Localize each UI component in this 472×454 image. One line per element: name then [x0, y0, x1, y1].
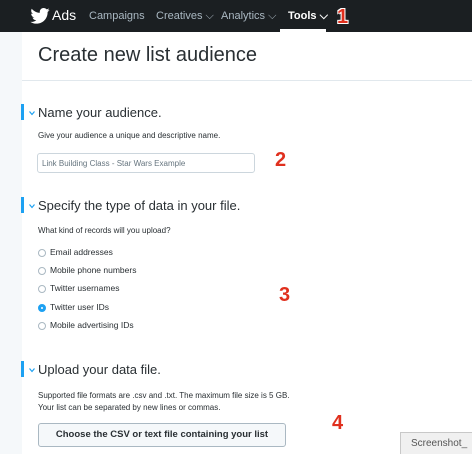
section-title-type: Specify the type of data in your file.: [38, 198, 241, 213]
radio-label: Mobile advertising IDs: [50, 320, 134, 330]
audience-name-input[interactable]: [37, 153, 255, 173]
annotation-1: 1: [337, 6, 349, 28]
radio-button[interactable]: [38, 267, 46, 275]
nav-tools[interactable]: Tools ⌵: [288, 10, 328, 23]
section-hint-upload-1: Supported file formats are .csv and .txt…: [38, 391, 290, 400]
nav-creatives[interactable]: Creatives ⌵: [156, 10, 214, 23]
chevron-down-icon[interactable]: [29, 203, 35, 209]
radio-label: Twitter user IDs: [50, 302, 110, 312]
annotation-3: 3: [279, 284, 291, 306]
section-hint-type: What kind of records will you upload?: [38, 226, 171, 235]
radio-button[interactable]: [38, 322, 46, 330]
radio-label: Email addresses: [50, 247, 113, 257]
section-hint-name: Give your audience a unique and descript…: [38, 131, 221, 140]
section-title-upload: Upload your data file.: [38, 362, 161, 377]
annotation-4: 4: [332, 412, 344, 434]
choose-file-button[interactable]: Choose the CSV or text file containing y…: [38, 423, 286, 447]
section-accent-bar: [21, 197, 24, 213]
radio-button[interactable]: [38, 249, 46, 257]
chevron-down-icon[interactable]: [29, 367, 35, 373]
brand-ads[interactable]: Ads: [52, 7, 76, 23]
section-hint-upload-2: Your list can be separated by new lines …: [38, 403, 221, 412]
radio-label: Mobile phone numbers: [50, 265, 137, 275]
radio-button-checked[interactable]: [38, 304, 46, 312]
twitter-bird-icon[interactable]: [30, 8, 50, 24]
section-title-name: Name your audience.: [38, 105, 162, 120]
chevron-down-icon[interactable]: [29, 110, 35, 116]
radio-button[interactable]: [38, 285, 46, 293]
nav-campaigns[interactable]: Campaigns: [89, 10, 145, 22]
annotation-2: 2: [275, 149, 287, 171]
section-accent-bar: [21, 361, 24, 377]
top-navigation-bar: Ads Campaigns Creatives ⌵ Analytics ⌵ To…: [0, 0, 472, 32]
radio-label: Twitter usernames: [50, 283, 120, 293]
page-title: Create new list audience: [38, 44, 258, 66]
section-accent-bar: [21, 104, 24, 120]
nav-analytics[interactable]: Analytics ⌵: [221, 10, 276, 23]
screenshot-tab[interactable]: Screenshot_: [400, 432, 472, 454]
